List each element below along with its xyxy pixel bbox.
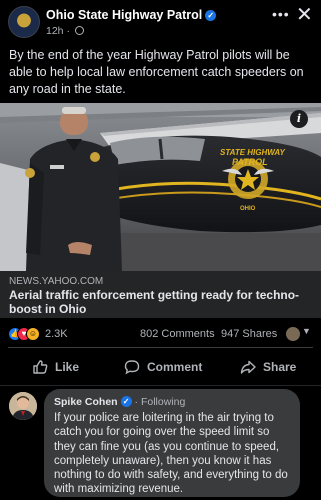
hangar-photo: STATE HIGHWAY PATROL OHIO — [0, 103, 321, 271]
separator-dot: · — [66, 25, 70, 37]
thumbs-up-icon — [33, 360, 48, 374]
plane-text-line2: PATROL — [232, 157, 268, 167]
comment-author-name[interactable]: Spike Cohen — [54, 396, 118, 408]
link-title[interactable]: Aerial traffic enforcement getting ready… — [9, 288, 314, 316]
info-icon[interactable]: i — [290, 110, 308, 128]
plane-text-line3: OHIO — [240, 206, 256, 212]
comments-count[interactable]: 802 Comments — [140, 328, 215, 340]
commenter-photo — [9, 392, 37, 420]
engagement-stats: 👍 ♥ ☺ 2.3K 802 Comments 947 Shares ▼ — [0, 318, 321, 346]
post-meta: 12h · — [46, 25, 84, 37]
shares-count[interactable]: 947 Shares — [221, 328, 277, 340]
comment-label: Comment — [147, 360, 203, 374]
post-time[interactable]: 12h — [46, 25, 64, 37]
page-name[interactable]: Ohio State Highway Patrol ✓ — [46, 8, 217, 22]
share-button[interactable]: Share — [240, 352, 296, 382]
comment-icon — [124, 360, 140, 375]
more-icon[interactable]: ••• — [272, 6, 290, 22]
action-bar: Like Comment Share — [0, 352, 321, 382]
plane-text-line1: STATE HIGHWAY — [220, 148, 286, 157]
page-name-label[interactable]: Ohio State Highway Patrol — [46, 8, 202, 22]
verified-badge-icon: ✓ — [205, 10, 217, 21]
page-avatar[interactable] — [8, 6, 40, 38]
commenter-avatar[interactable] — [9, 392, 37, 420]
verified-badge-icon: ✓ — [120, 396, 132, 407]
like-label: Like — [55, 360, 80, 374]
chevron-down-icon[interactable]: ▼ — [302, 326, 311, 336]
close-icon[interactable]: ✕ — [296, 2, 313, 27]
globe-icon — [74, 26, 84, 35]
post-image[interactable]: STATE HIGHWAY PATROL OHIO i — [0, 103, 321, 271]
share-label: Share — [263, 360, 297, 374]
wow-reaction-icon[interactable]: ☺ — [26, 327, 40, 341]
reaction-count[interactable]: 2.3K — [45, 328, 68, 340]
following-status[interactable]: · Following — [135, 396, 186, 408]
like-button[interactable]: Like — [32, 352, 79, 382]
comment-button[interactable]: Comment — [124, 352, 202, 382]
share-icon — [240, 360, 256, 374]
comment-author: Spike Cohen ✓ · Following — [54, 396, 185, 408]
post-text: By the end of the year Highway Patrol pi… — [9, 48, 304, 96]
link-preview[interactable]: NEWS.YAHOO.COM Aerial traffic enforcemen… — [0, 271, 321, 318]
post-header: Ohio State Highway Patrol ✓ 12h · ••• ✕ — [0, 0, 321, 40]
comment-text: If your police are loitering in the air … — [54, 412, 288, 496]
viewer-avatar[interactable] — [286, 327, 300, 341]
link-source: NEWS.YAHOO.COM — [9, 276, 104, 287]
divider — [8, 347, 313, 348]
divider — [0, 385, 321, 386]
